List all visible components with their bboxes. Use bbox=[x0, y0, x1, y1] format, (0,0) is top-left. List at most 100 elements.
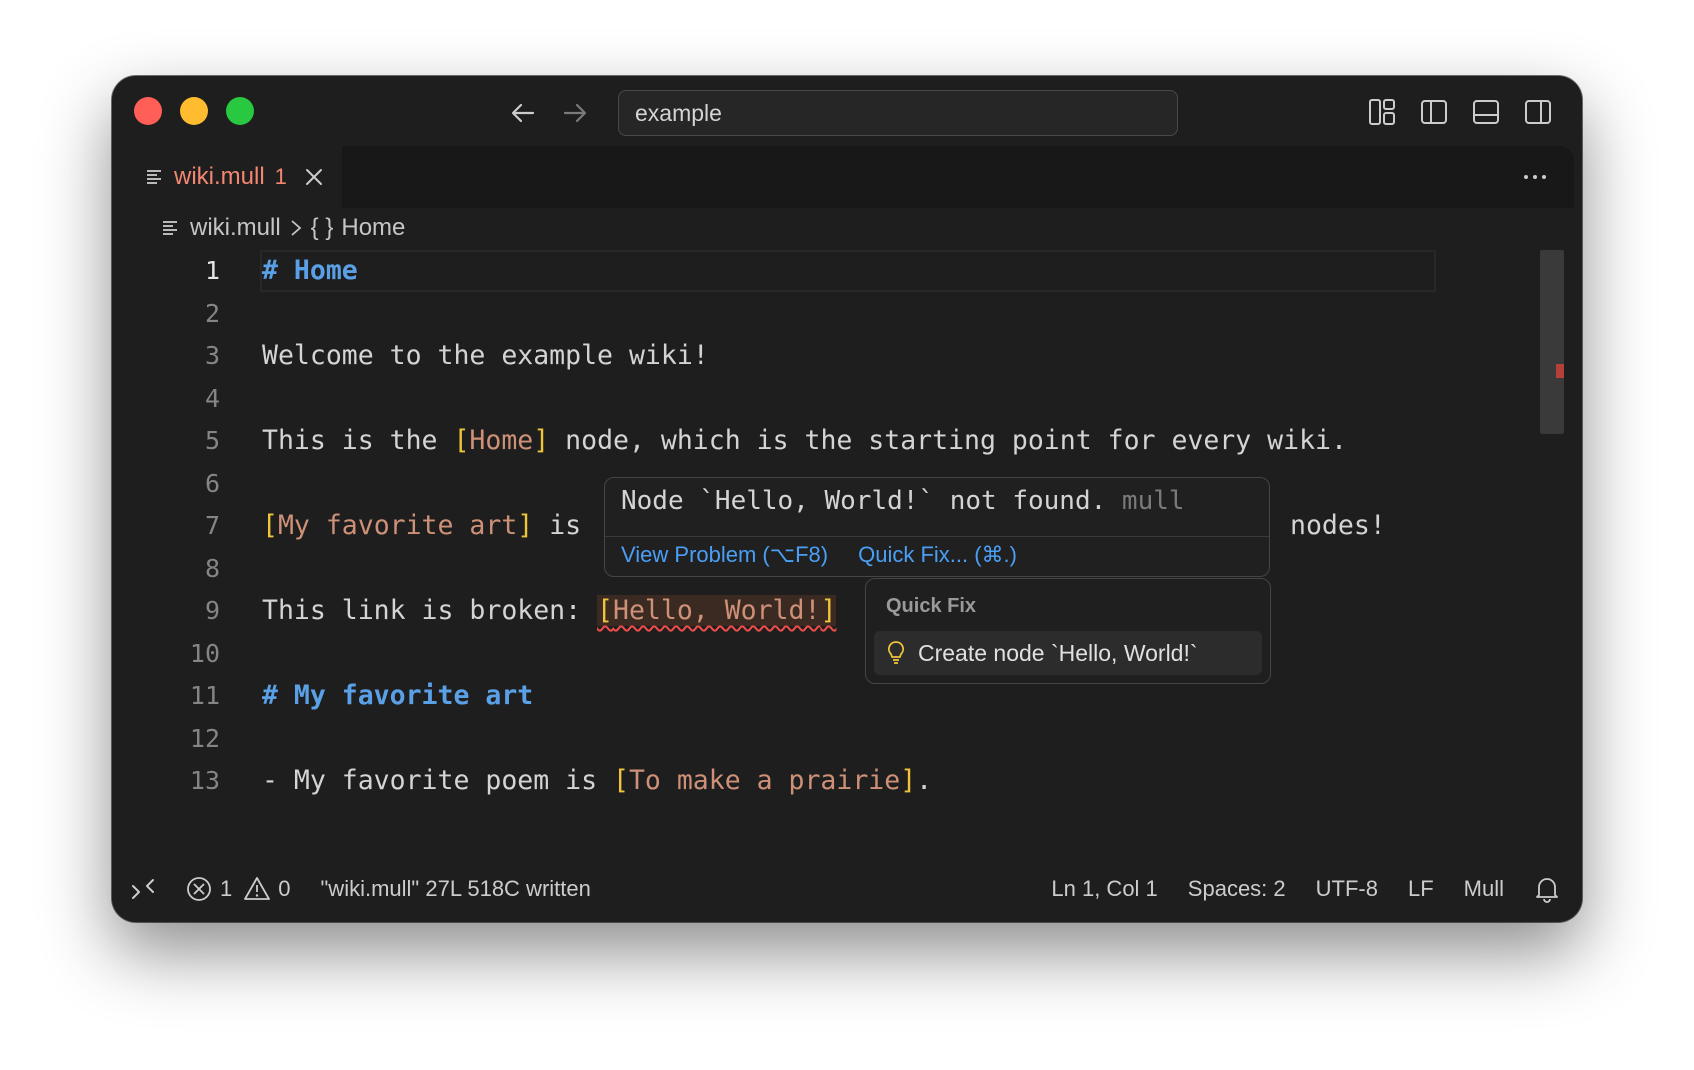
error-count: 1 bbox=[220, 876, 233, 901]
link-token[interactable]: My favorite art bbox=[278, 510, 517, 541]
bracket-token: ] bbox=[517, 510, 534, 541]
command-center-search[interactable]: example bbox=[618, 90, 1178, 136]
sidebar-left-icon bbox=[1421, 100, 1447, 124]
warning-count: 0 bbox=[278, 876, 291, 901]
tab-bar: wiki.mull 1 bbox=[120, 146, 1574, 208]
vertical-scrollbar-thumb[interactable] bbox=[1540, 250, 1564, 434]
status-left: 1 0 "wiki.mull" 27L 518C written bbox=[130, 856, 591, 922]
forward-button[interactable] bbox=[558, 96, 592, 130]
line-number: 11 bbox=[189, 681, 220, 710]
view-problem-link[interactable]: View Problem (⌥F8) bbox=[621, 542, 828, 568]
file-lines-icon bbox=[147, 170, 161, 184]
status-right: Ln 1, Col 1 Spaces: 2 UTF-8 LF Mull bbox=[1051, 856, 1560, 922]
heading-token: # Home bbox=[262, 255, 358, 286]
text-token: is bbox=[533, 510, 582, 541]
breadcrumb-symbol[interactable]: Home bbox=[341, 214, 405, 242]
text-token: This link is broken: bbox=[262, 595, 598, 626]
arrow-right-icon bbox=[563, 103, 587, 123]
line-number: 5 bbox=[204, 426, 220, 455]
line-number: 8 bbox=[204, 553, 220, 583]
hover-message-text: Node `Hello, World!` not found. bbox=[621, 486, 1107, 516]
heading-token: # My favorite art bbox=[262, 680, 534, 711]
bracket-token: [ bbox=[453, 425, 470, 456]
tab-wiki-mull[interactable]: wiki.mull 1 bbox=[120, 146, 342, 208]
back-button[interactable] bbox=[506, 96, 540, 130]
end-of-line[interactable]: LF bbox=[1408, 876, 1434, 902]
text-token: . bbox=[916, 765, 933, 796]
remote-button[interactable] bbox=[130, 876, 156, 902]
hover-divider bbox=[605, 536, 1269, 537]
link-token[interactable]: Home bbox=[469, 425, 533, 456]
bracket-token: [ bbox=[262, 510, 278, 541]
text-token: - My favorite poem is bbox=[262, 765, 613, 796]
code-line-13: - My favorite poem is [To make a prairie… bbox=[262, 760, 932, 803]
create-node-action[interactable]: Create node `Hello, World!` bbox=[874, 631, 1262, 675]
problem-hover-popup: Node `Hello, World!` not found. mull Vie… bbox=[604, 477, 1270, 577]
line-number: 7 bbox=[204, 511, 220, 540]
breadcrumb: wiki.mull { } Home bbox=[162, 206, 405, 250]
line-number-gutter: 1 2 3 4 5 6 7 8 9 10 11 12 13 bbox=[120, 250, 220, 856]
line-number: 10 bbox=[189, 638, 220, 668]
toggle-primary-sidebar-button[interactable] bbox=[1418, 96, 1450, 128]
bracket-token: ] bbox=[820, 595, 837, 626]
quick-fix-link[interactable]: Quick Fix... (⌘.) bbox=[858, 542, 1017, 568]
line-number: 3 bbox=[204, 341, 220, 370]
cursor-position[interactable]: Ln 1, Col 1 bbox=[1051, 876, 1157, 902]
code-line-1: # Home bbox=[262, 250, 358, 293]
line-number: 1 bbox=[204, 256, 220, 285]
code-line-7: [My favorite art] is bbox=[262, 505, 581, 548]
toggle-panel-button[interactable] bbox=[1470, 96, 1502, 128]
indentation[interactable]: Spaces: 2 bbox=[1188, 876, 1286, 902]
layout-controls bbox=[1366, 96, 1554, 128]
language-mode[interactable]: Mull bbox=[1464, 876, 1504, 902]
bracket-token: ] bbox=[900, 765, 917, 796]
title-bar: example bbox=[112, 76, 1582, 146]
arrow-left-icon bbox=[511, 103, 535, 123]
notifications-button[interactable] bbox=[1534, 875, 1560, 903]
link-token[interactable]: To make a prairie bbox=[629, 765, 900, 796]
hover-source: mull bbox=[1121, 486, 1185, 516]
panel-bottom-icon bbox=[1473, 100, 1499, 124]
link-token: Hello, World! bbox=[613, 595, 821, 626]
status-message: "wiki.mull" 27L 518C written bbox=[320, 876, 591, 901]
text-token: This is the bbox=[262, 425, 454, 456]
lightbulb-icon bbox=[888, 641, 904, 664]
remote-icon bbox=[132, 879, 154, 899]
error-circle-icon bbox=[187, 877, 211, 901]
more-actions-button[interactable] bbox=[1518, 160, 1552, 194]
close-window-button[interactable] bbox=[134, 97, 162, 125]
bell-icon bbox=[1536, 878, 1558, 903]
encoding[interactable]: UTF-8 bbox=[1316, 876, 1378, 902]
toggle-secondary-sidebar-button[interactable] bbox=[1522, 96, 1554, 128]
create-node-label: Create node `Hello, World!` bbox=[918, 639, 1198, 666]
tab-close-button[interactable] bbox=[303, 166, 325, 188]
error-scroll-marker bbox=[1556, 364, 1564, 378]
code-line-3: Welcome to the example wiki! bbox=[262, 335, 709, 378]
bracket-token: [ bbox=[613, 765, 629, 796]
current-line-highlight bbox=[260, 250, 1436, 292]
customize-layout-button[interactable] bbox=[1366, 96, 1398, 128]
text-token: Welcome to the example wiki! bbox=[262, 340, 709, 371]
file-lines-icon bbox=[163, 221, 177, 235]
warning-triangle-icon bbox=[244, 877, 271, 900]
ellipsis-icon bbox=[1524, 175, 1546, 179]
customize-layout-icon bbox=[1369, 99, 1395, 125]
zoom-window-button[interactable] bbox=[226, 97, 254, 125]
hover-message: Node `Hello, World!` not found. mull bbox=[621, 486, 1185, 516]
breadcrumb-file[interactable]: wiki.mull bbox=[190, 214, 281, 242]
tab-problem-count: 1 bbox=[274, 164, 287, 189]
code-line-9: This link is broken: [Hello, World!] bbox=[262, 590, 837, 633]
line-number: 4 bbox=[204, 383, 220, 413]
line-number: 6 bbox=[204, 468, 220, 498]
line-number: 13 bbox=[189, 766, 220, 795]
minimize-window-button[interactable] bbox=[180, 97, 208, 125]
code-line-7-tail: nodes! bbox=[1290, 505, 1386, 548]
problems-button[interactable]: 1 0 bbox=[186, 876, 291, 902]
bracket-token: ] bbox=[533, 425, 550, 456]
symbol-braces-icon: { } bbox=[310, 214, 334, 241]
text-token: nodes! bbox=[1290, 510, 1386, 541]
line-number: 9 bbox=[204, 596, 220, 625]
status-bar: 1 0 "wiki.mull" 27L 518C written Ln 1, C… bbox=[112, 856, 1582, 922]
broken-link[interactable]: [Hello, World!] bbox=[597, 595, 837, 626]
code-line-11: # My favorite art bbox=[262, 675, 533, 718]
